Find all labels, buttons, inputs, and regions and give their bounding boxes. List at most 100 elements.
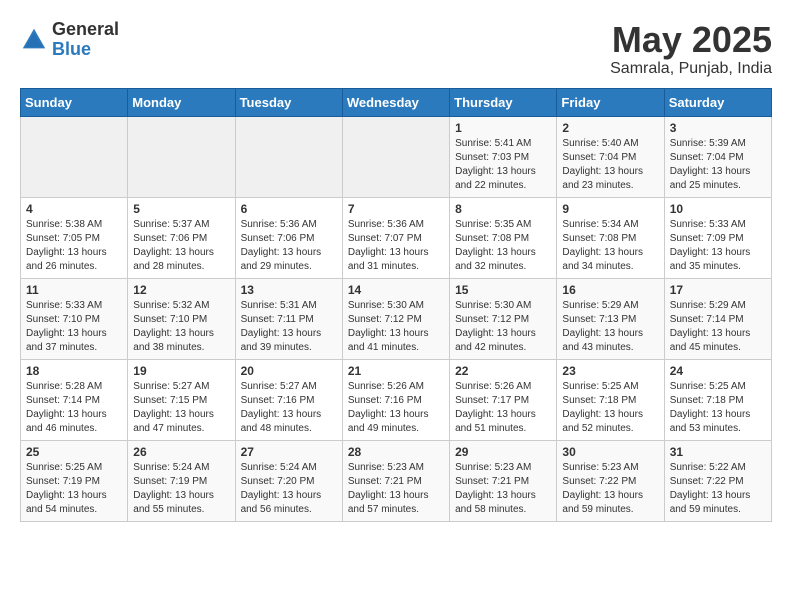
calendar-week-3: 11 Sunrise: 5:33 AM Sunset: 7:10 PM Dayli… <box>21 278 772 359</box>
calendar-cell: 2 Sunrise: 5:40 AM Sunset: 7:04 PM Daylig… <box>557 116 664 197</box>
day-info: Sunrise: 5:36 AM Sunset: 7:06 PM Dayligh… <box>241 218 337 274</box>
day-info: Sunrise: 5:22 AM Sunset: 7:22 PM Dayligh… <box>670 461 766 517</box>
day-number: 20 <box>241 364 337 378</box>
calendar-cell: 12Sunrise: 5:32 AM Sunset: 7:10 PM Dayli… <box>128 278 235 359</box>
logo: General Blue <box>20 20 119 60</box>
calendar-cell: 4 Sunrise: 5:38 AM Sunset: 7:05 PM Daylig… <box>21 197 128 278</box>
day-number: 14 <box>348 283 444 297</box>
day-number: 7 <box>348 202 444 216</box>
day-number: 10 <box>670 202 766 216</box>
calendar-week-4: 18 Sunrise: 5:28 AM Sunset: 7:14 PM Dayli… <box>21 359 772 440</box>
location-text: Samrala, Punjab, India <box>610 60 772 78</box>
day-number: 13 <box>241 283 337 297</box>
day-info: Sunrise: 5:35 AM Sunset: 7:08 PM Dayligh… <box>455 218 551 274</box>
day-info: Sunrise: 5:31 AM Sunset: 7:11 PM Dayligh… <box>241 299 337 355</box>
calendar-cell: 7 Sunrise: 5:36 AM Sunset: 7:07 PM Daylig… <box>342 197 449 278</box>
day-number: 11 <box>26 283 122 297</box>
calendar-cell: 27 Sunrise: 5:24 AM Sunset: 7:20 PM Dayli… <box>235 440 342 521</box>
day-info: Sunrise: 5:23 AM Sunset: 7:21 PM Dayligh… <box>348 461 444 517</box>
day-number: 4 <box>26 202 122 216</box>
calendar-cell: 10 Sunrise: 5:33 AM Sunset: 7:09 PM Dayli… <box>664 197 771 278</box>
calendar-week-5: 25 Sunrise: 5:25 AM Sunset: 7:19 PM Dayli… <box>21 440 772 521</box>
day-number: 26 <box>133 445 229 459</box>
calendar-cell: 8 Sunrise: 5:35 AM Sunset: 7:08 PM Daylig… <box>450 197 557 278</box>
day-info: Sunrise: 5:24 AM Sunset: 7:20 PM Dayligh… <box>241 461 337 517</box>
day-info: Sunrise: 5:27 AM Sunset: 7:15 PM Dayligh… <box>133 380 229 436</box>
day-info: Sunrise: 5:34 AM Sunset: 7:08 PM Dayligh… <box>562 218 658 274</box>
day-number: 29 <box>455 445 551 459</box>
day-header-sunday: Sunday <box>21 88 128 116</box>
day-number: 5 <box>133 202 229 216</box>
day-info: Sunrise: 5:28 AM Sunset: 7:14 PM Dayligh… <box>26 380 122 436</box>
calendar-cell: 1 Sunrise: 5:41 AM Sunset: 7:03 PM Daylig… <box>450 116 557 197</box>
day-number: 12 <box>133 283 229 297</box>
calendar-cell: 31Sunrise: 5:22 AM Sunset: 7:22 PM Dayli… <box>664 440 771 521</box>
day-number: 6 <box>241 202 337 216</box>
day-info: Sunrise: 5:36 AM Sunset: 7:07 PM Dayligh… <box>348 218 444 274</box>
day-info: Sunrise: 5:25 AM Sunset: 7:18 PM Dayligh… <box>562 380 658 436</box>
day-info: Sunrise: 5:33 AM Sunset: 7:10 PM Dayligh… <box>26 299 122 355</box>
day-info: Sunrise: 5:37 AM Sunset: 7:06 PM Dayligh… <box>133 218 229 274</box>
day-info: Sunrise: 5:29 AM Sunset: 7:13 PM Dayligh… <box>562 299 658 355</box>
calendar-cell: 14Sunrise: 5:30 AM Sunset: 7:12 PM Dayli… <box>342 278 449 359</box>
day-number: 27 <box>241 445 337 459</box>
calendar-cell: 11 Sunrise: 5:33 AM Sunset: 7:10 PM Dayli… <box>21 278 128 359</box>
day-number: 24 <box>670 364 766 378</box>
day-number: 19 <box>133 364 229 378</box>
calendar-cell <box>342 116 449 197</box>
day-number: 16 <box>562 283 658 297</box>
day-info: Sunrise: 5:33 AM Sunset: 7:09 PM Dayligh… <box>670 218 766 274</box>
day-header-wednesday: Wednesday <box>342 88 449 116</box>
day-info: Sunrise: 5:26 AM Sunset: 7:17 PM Dayligh… <box>455 380 551 436</box>
calendar-cell <box>21 116 128 197</box>
calendar-cell: 19 Sunrise: 5:27 AM Sunset: 7:15 PM Dayli… <box>128 359 235 440</box>
day-number: 9 <box>562 202 658 216</box>
day-number: 8 <box>455 202 551 216</box>
day-header-friday: Friday <box>557 88 664 116</box>
day-header-saturday: Saturday <box>664 88 771 116</box>
day-info: Sunrise: 5:41 AM Sunset: 7:03 PM Dayligh… <box>455 137 551 193</box>
day-info: Sunrise: 5:25 AM Sunset: 7:18 PM Dayligh… <box>670 380 766 436</box>
logo-icon <box>20 26 48 54</box>
day-number: 2 <box>562 121 658 135</box>
day-number: 22 <box>455 364 551 378</box>
day-info: Sunrise: 5:24 AM Sunset: 7:19 PM Dayligh… <box>133 461 229 517</box>
calendar-cell: 5 Sunrise: 5:37 AM Sunset: 7:06 PM Daylig… <box>128 197 235 278</box>
calendar-cell: 29 Sunrise: 5:23 AM Sunset: 7:21 PM Dayli… <box>450 440 557 521</box>
logo-general-text: General <box>52 20 119 40</box>
day-header-thursday: Thursday <box>450 88 557 116</box>
calendar-cell: 26 Sunrise: 5:24 AM Sunset: 7:19 PM Dayli… <box>128 440 235 521</box>
day-info: Sunrise: 5:26 AM Sunset: 7:16 PM Dayligh… <box>348 380 444 436</box>
calendar-cell: 3Sunrise: 5:39 AM Sunset: 7:04 PM Daylig… <box>664 116 771 197</box>
day-header-monday: Monday <box>128 88 235 116</box>
day-number: 21 <box>348 364 444 378</box>
day-info: Sunrise: 5:38 AM Sunset: 7:05 PM Dayligh… <box>26 218 122 274</box>
calendar-cell: 13 Sunrise: 5:31 AM Sunset: 7:11 PM Dayli… <box>235 278 342 359</box>
calendar-cell: 20 Sunrise: 5:27 AM Sunset: 7:16 PM Dayli… <box>235 359 342 440</box>
page-header: General Blue May 2025 Samrala, Punjab, I… <box>20 20 772 78</box>
calendar-cell: 30Sunrise: 5:23 AM Sunset: 7:22 PM Dayli… <box>557 440 664 521</box>
day-info: Sunrise: 5:25 AM Sunset: 7:19 PM Dayligh… <box>26 461 122 517</box>
calendar-cell <box>235 116 342 197</box>
day-number: 1 <box>455 121 551 135</box>
day-info: Sunrise: 5:27 AM Sunset: 7:16 PM Dayligh… <box>241 380 337 436</box>
day-number: 25 <box>26 445 122 459</box>
day-info: Sunrise: 5:40 AM Sunset: 7:04 PM Dayligh… <box>562 137 658 193</box>
calendar-week-1: 1 Sunrise: 5:41 AM Sunset: 7:03 PM Daylig… <box>21 116 772 197</box>
day-info: Sunrise: 5:23 AM Sunset: 7:22 PM Dayligh… <box>562 461 658 517</box>
calendar-cell: 21 Sunrise: 5:26 AM Sunset: 7:16 PM Dayli… <box>342 359 449 440</box>
day-number: 18 <box>26 364 122 378</box>
logo-blue-text: Blue <box>52 40 119 60</box>
day-number: 28 <box>348 445 444 459</box>
day-number: 15 <box>455 283 551 297</box>
day-info: Sunrise: 5:29 AM Sunset: 7:14 PM Dayligh… <box>670 299 766 355</box>
day-info: Sunrise: 5:39 AM Sunset: 7:04 PM Dayligh… <box>670 137 766 193</box>
month-title: May 2025 <box>610 20 772 60</box>
day-header-tuesday: Tuesday <box>235 88 342 116</box>
calendar-header-row: SundayMondayTuesdayWednesdayThursdayFrid… <box>21 88 772 116</box>
calendar-cell: 18 Sunrise: 5:28 AM Sunset: 7:14 PM Dayli… <box>21 359 128 440</box>
day-info: Sunrise: 5:30 AM Sunset: 7:12 PM Dayligh… <box>455 299 551 355</box>
day-number: 17 <box>670 283 766 297</box>
day-info: Sunrise: 5:23 AM Sunset: 7:21 PM Dayligh… <box>455 461 551 517</box>
calendar-table: SundayMondayTuesdayWednesdayThursdayFrid… <box>20 88 772 522</box>
